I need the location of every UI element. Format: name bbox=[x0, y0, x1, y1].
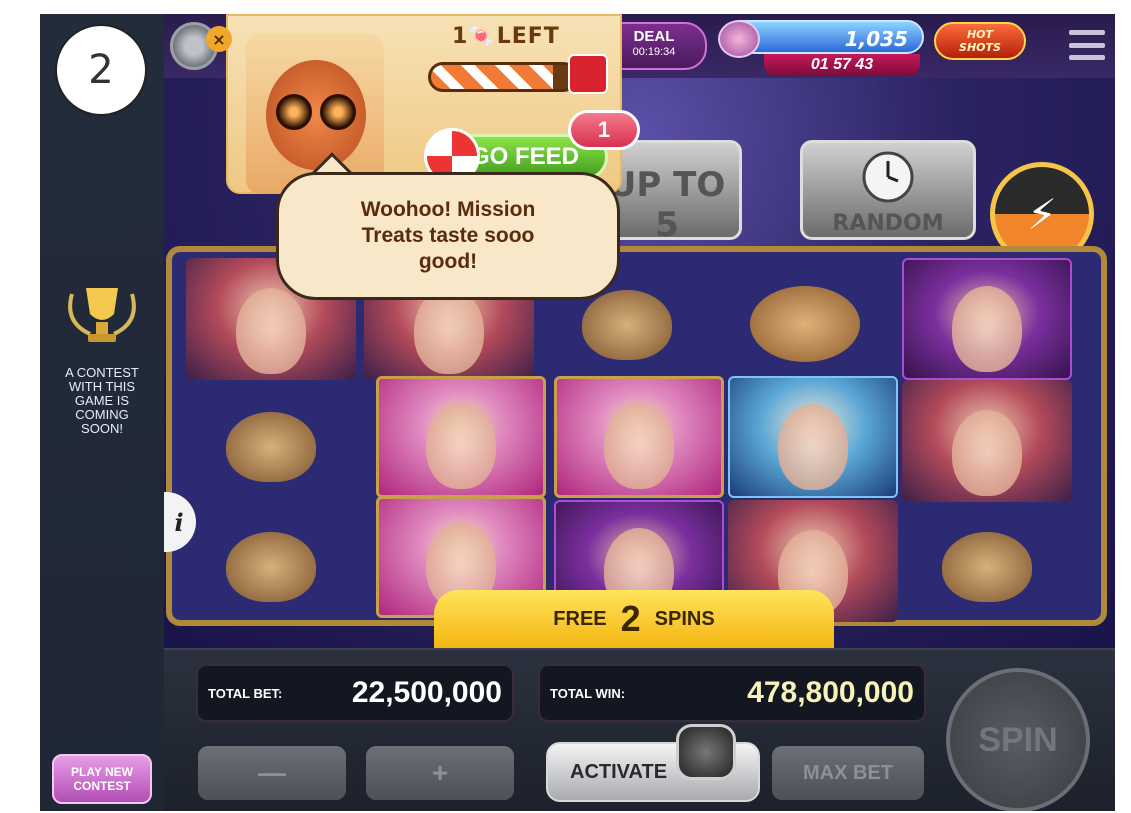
random-feature: RANDOM bbox=[800, 140, 976, 240]
bonus-timer: 01 57 43 bbox=[764, 54, 920, 76]
game-frame: A CONTEST WITH THIS GAME IS COMING SOON!… bbox=[40, 14, 1115, 811]
balance-value: 1,035 bbox=[844, 27, 908, 51]
treats-left-label: 1🍬LEFT bbox=[452, 24, 560, 49]
max-bet-button[interactable]: MAX BET bbox=[772, 746, 924, 800]
bet-controls: TOTAL BET: 22,500,000 TOTAL WIN: 478,800… bbox=[164, 648, 1115, 811]
symbol-fairy bbox=[728, 376, 898, 498]
clock-icon bbox=[862, 151, 914, 203]
feed-count-badge: 1 bbox=[568, 110, 640, 150]
symbol-blonde bbox=[376, 376, 546, 498]
mission-progress-fill bbox=[431, 65, 554, 89]
booster-machine-icon bbox=[676, 724, 736, 780]
symbol-woman-red-rose bbox=[902, 380, 1072, 502]
total-win-label: TOTAL WIN: bbox=[550, 685, 626, 701]
spin-button[interactable]: SPIN bbox=[946, 668, 1090, 811]
contest-sidebar: A CONTEST WITH THIS GAME IS COMING SOON!… bbox=[40, 14, 164, 811]
symbol-woman-purple bbox=[902, 258, 1072, 380]
mission-popup: 1🍬LEFT GO FEED bbox=[226, 14, 622, 194]
hamburger-menu-icon[interactable] bbox=[1069, 30, 1105, 60]
spins-word: SPINS bbox=[654, 607, 715, 630]
close-popup-icon[interactable]: × bbox=[206, 26, 232, 52]
contest-coming-soon-text: A CONTEST WITH THIS GAME IS COMING SOON! bbox=[65, 365, 139, 436]
symbol-mouse bbox=[186, 380, 356, 502]
total-bet-label: TOTAL BET: bbox=[208, 685, 283, 701]
decrease-bet-button[interactable]: — bbox=[198, 746, 346, 800]
gift-icon bbox=[568, 54, 608, 94]
total-bet-value: 22,500,000 bbox=[351, 676, 502, 709]
free-word: FREE bbox=[553, 607, 607, 630]
coin-balance[interactable]: 1,035 bbox=[718, 20, 924, 58]
shell-icon bbox=[718, 20, 760, 58]
symbol-blonde bbox=[554, 376, 724, 498]
total-win-value: 478,800,000 bbox=[747, 676, 914, 709]
activate-button[interactable]: ACTIVATE bbox=[546, 724, 760, 802]
free-spins-banner: FREE 2 SPINS bbox=[434, 590, 834, 648]
hot-shots-button[interactable]: HOT SHOTS bbox=[934, 22, 1026, 60]
symbol-mouse bbox=[902, 500, 1072, 622]
free-spins-count: 2 bbox=[620, 598, 641, 639]
activate-label: ACTIVATE bbox=[570, 760, 668, 783]
trophy-icon bbox=[68, 288, 136, 342]
random-label: RANDOM bbox=[832, 211, 944, 236]
increase-bet-button[interactable]: + bbox=[366, 746, 514, 800]
reel-grid bbox=[166, 246, 1107, 626]
symbol-mouse bbox=[186, 500, 356, 622]
speech-bubble: Woohoo! Mission Treats taste sooo good! bbox=[276, 172, 620, 300]
symbol-birds bbox=[720, 258, 890, 380]
step-number-badge: 2 bbox=[55, 24, 147, 116]
play-new-contest-button[interactable]: PLAY NEW CONTEST bbox=[52, 754, 152, 804]
total-win-panel: TOTAL WIN: 478,800,000 bbox=[538, 664, 926, 722]
total-bet-panel: TOTAL BET: 22,500,000 bbox=[196, 664, 514, 722]
mission-progress-bar bbox=[428, 62, 578, 92]
